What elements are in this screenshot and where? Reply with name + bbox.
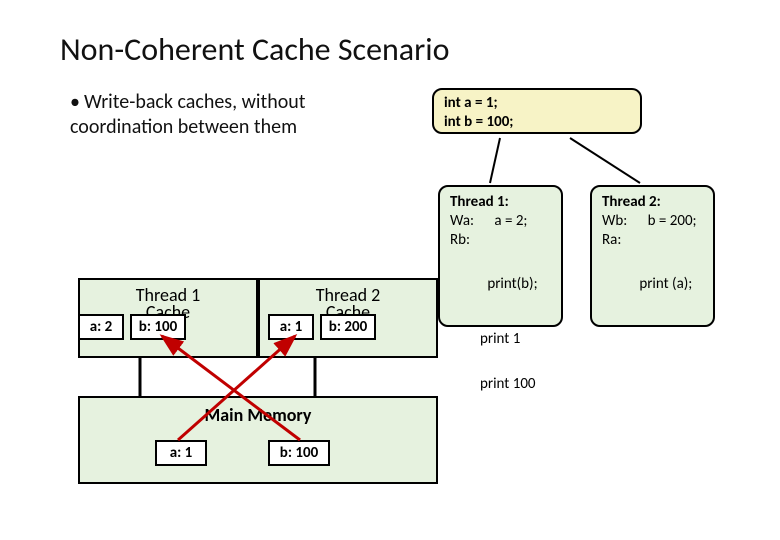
output-print-100: print 100 bbox=[480, 375, 536, 393]
thread1-box: Thread 1: Wa: a = 2; Rb: print(b); bbox=[438, 185, 563, 327]
bullet-text: Write-back caches, without coordination … bbox=[70, 90, 305, 139]
mem-b: b: 100 bbox=[268, 440, 330, 466]
mem-a: a: 1 bbox=[155, 440, 207, 466]
cache1-b: b: 100 bbox=[130, 314, 186, 340]
cache2-b: b: 200 bbox=[320, 314, 376, 340]
thread2-print: print (a); bbox=[639, 275, 692, 294]
page-title: Non-Coherent Cache Scenario bbox=[60, 30, 450, 69]
thread2-title: Thread 2: bbox=[602, 193, 661, 211]
thread1-print: print(b); bbox=[487, 275, 537, 294]
thread2-wb: Wb: bbox=[602, 212, 627, 230]
cache1-a: a: 2 bbox=[78, 314, 124, 340]
cache2-a: a: 1 bbox=[268, 314, 314, 340]
main-memory-label: Main Memory bbox=[80, 404, 436, 426]
bullet-write-back: •Write-back caches, without coordination… bbox=[70, 90, 360, 140]
thread1-wa: Wa: bbox=[450, 212, 474, 230]
thread2-ra: Ra: bbox=[602, 231, 621, 249]
output-print-1: print 1 bbox=[480, 330, 520, 348]
init-box: int a = 1; int b = 100; bbox=[432, 88, 642, 134]
thread1-wa-val: a = 2; bbox=[494, 212, 527, 230]
thread2-wb-val: b = 200; bbox=[648, 212, 697, 230]
thread2-box: Thread 2: Wb: b = 200; Ra: print (a); bbox=[590, 185, 715, 327]
init-line-a: int a = 1; bbox=[444, 94, 630, 113]
thread1-rb: Rb: bbox=[450, 231, 470, 249]
main-memory-panel: Main Memory bbox=[78, 396, 438, 484]
init-line-b: int b = 100; bbox=[444, 113, 630, 132]
thread1-title: Thread 1: bbox=[450, 193, 509, 211]
